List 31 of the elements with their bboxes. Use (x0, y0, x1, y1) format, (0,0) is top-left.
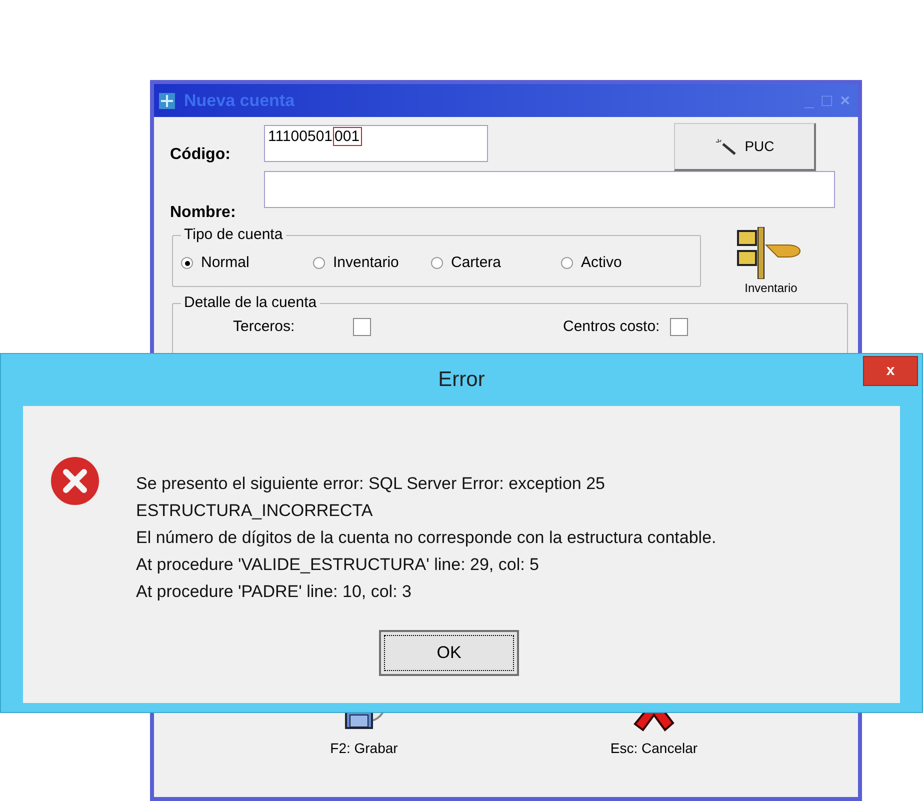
radio-button[interactable] (561, 257, 573, 270)
checkbox[interactable] (670, 318, 688, 336)
error-message-line: Se presento el siguiente error: SQL Server Error: exception 25 (136, 473, 606, 495)
error-message-line: At procedure 'PADRE' line: 10, col: 3 (136, 581, 412, 603)
app-icon (158, 92, 176, 110)
input-field[interactable]: 11100501001 (264, 125, 488, 162)
radio-button[interactable] (431, 257, 443, 270)
error-message-line: ESTRUCTURA_INCORRECTA (136, 500, 374, 522)
radio-option[interactable]: Activo (561, 252, 671, 274)
input-field[interactable] (264, 171, 835, 208)
error-message-line: El número de dígitos de la cuenta no corresponde con la estructura contable. (136, 527, 718, 549)
group-title: Tipo de cuenta (181, 225, 286, 245)
dialog-title: Error (438, 367, 485, 394)
checkbox-option[interactable]: Centros costo: (563, 316, 763, 338)
inventario-button[interactable]: Inventario (731, 227, 811, 297)
ok-button[interactable]: OK (379, 630, 519, 676)
checkbox-option[interactable]: Terceros: (233, 316, 483, 338)
checkbox[interactable] (353, 318, 371, 336)
radio-option[interactable]: Normal (181, 252, 313, 274)
magic-wand-icon (714, 138, 737, 156)
error-icon (48, 454, 102, 508)
radio-option[interactable]: Cartera (431, 252, 561, 274)
radio-option[interactable]: Inventario (313, 252, 431, 274)
error-message-line: At procedure 'VALIDE_ESTRUCTURA' line: 29, col: 5 (136, 554, 540, 576)
field-label: Código: (170, 145, 232, 165)
radio-button[interactable] (181, 257, 193, 270)
field-label: Nombre: (170, 203, 237, 223)
close-button[interactable]: x (863, 356, 918, 386)
puc-button[interactable]: PUC (674, 123, 816, 171)
radio-button[interactable] (313, 257, 325, 270)
highlighted-text: 001 (332, 127, 362, 146)
